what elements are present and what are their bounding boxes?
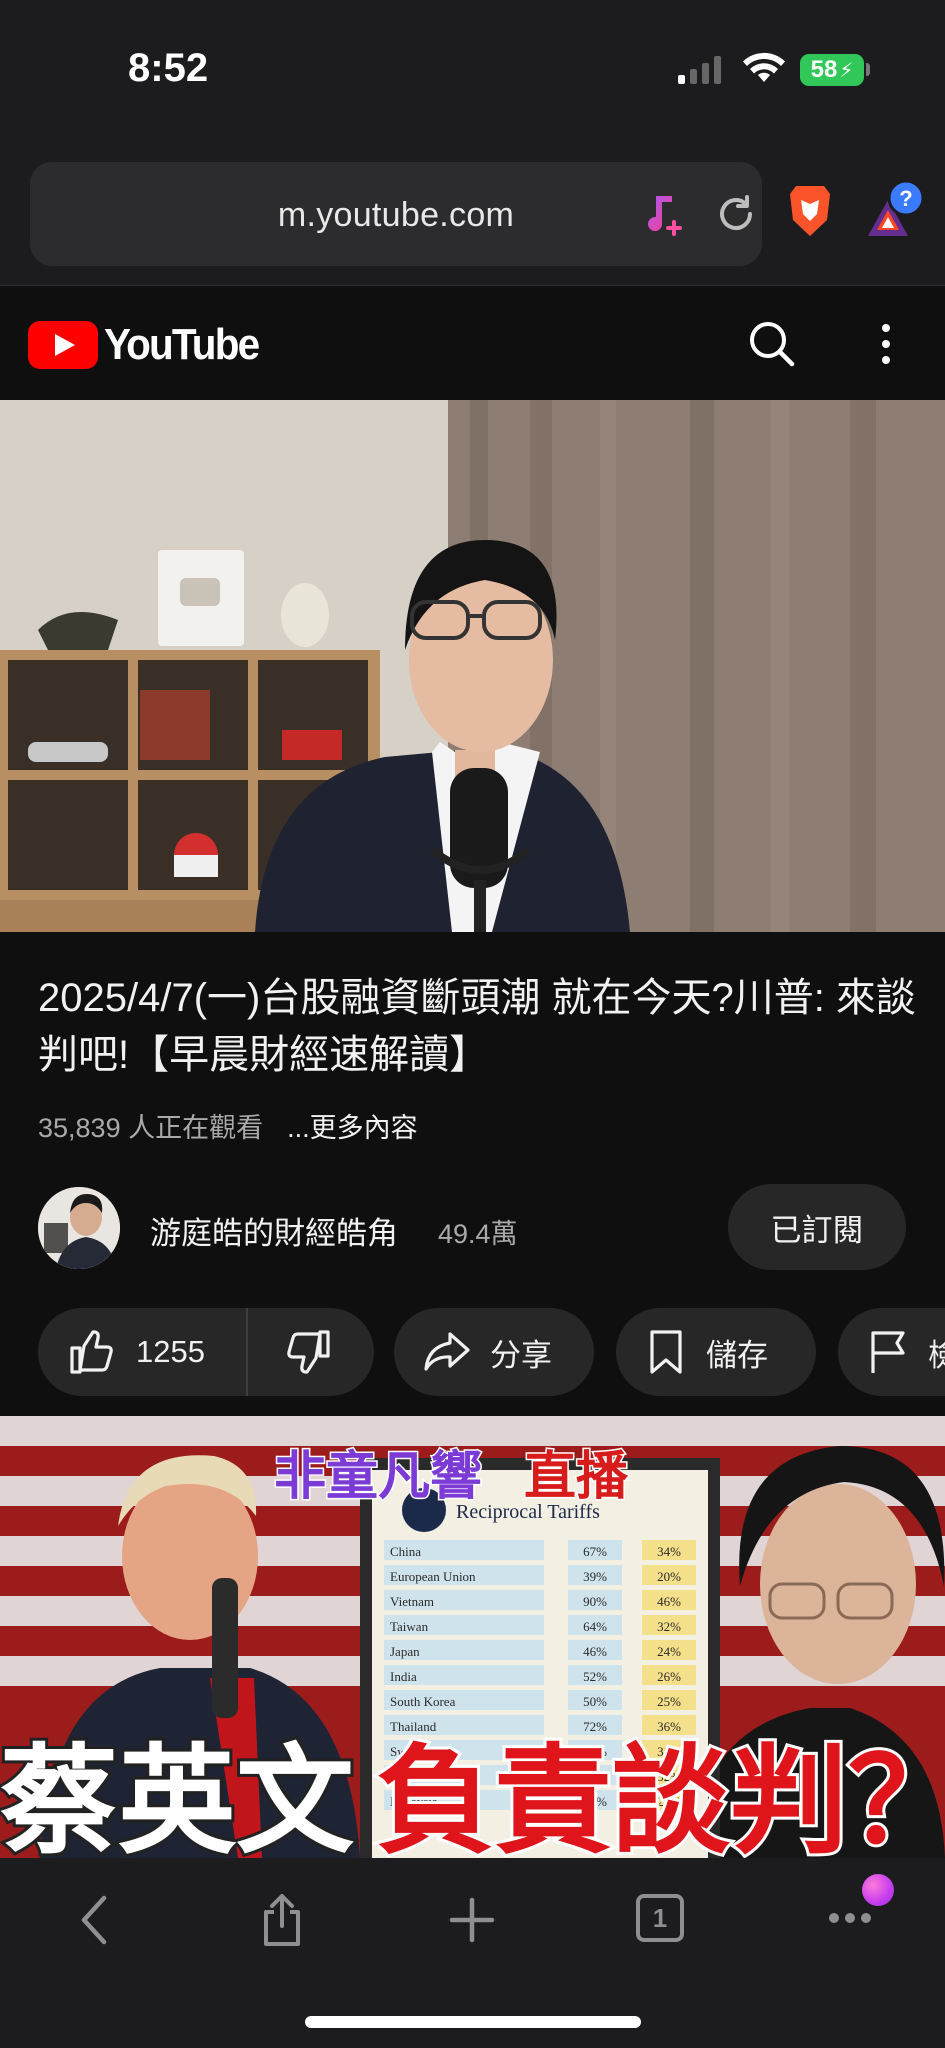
back-icon[interactable] [76,1892,112,1948]
bookmark-icon [650,1330,682,1374]
dislike-button[interactable] [248,1308,372,1396]
like-count: 1255 [136,1334,205,1369]
tariff-cell: European Union [390,1569,476,1584]
channel-avatar[interactable] [38,1187,120,1269]
save-button[interactable]: 儲存 [616,1308,816,1396]
tariff-cell: 64% [583,1619,607,1634]
browser-toolbar: m.youtube.com ? [0,140,945,286]
report-label: 檢 [928,1337,945,1373]
share-label: 分享 [490,1337,552,1373]
cellular-signal-icon [678,56,721,84]
like-dislike-pill: 1255 [38,1308,374,1396]
tariff-row: India 52% 26% [384,1665,696,1685]
action-bar: 1255 分享 儲存 檢 [38,1308,945,1396]
tariff-cell: China [390,1544,421,1559]
tariff-row: European Union 39% 20% [384,1565,696,1585]
like-button[interactable]: 1255 [38,1308,248,1396]
new-tab-icon[interactable] [448,1892,496,1948]
tariff-cell: 34% [657,1544,681,1559]
live-viewer-count: 35,839 人正在觀看 [38,1113,264,1143]
tabs-button[interactable]: 1 [636,1894,684,1942]
tariff-cell: Japan [390,1644,420,1659]
thumbnail-bottom-text-2: 負責談判？ [376,1732,945,1858]
search-icon[interactable] [748,320,796,368]
notification-badge-icon [862,1874,894,1906]
tariff-cell: 25% [657,1694,681,1709]
tariff-row: China 67% 34% [384,1540,696,1560]
youtube-header: YouTube [0,286,945,400]
tariff-row: Taiwan 64% 32% [384,1615,696,1635]
save-label: 儲存 [706,1337,768,1373]
tariff-row: Japan 46% 24% [384,1640,696,1660]
video-meta: 35,839 人正在觀看 ...更多內容 [38,1106,418,1145]
video-title[interactable]: 2025/4/7(一)台股融資斷頭潮 就在今天?川普: 來談判吧!【早晨財經速解… [38,970,918,1084]
tariff-cell: Taiwan [390,1619,429,1634]
tariff-cell: 52% [583,1669,607,1684]
tariff-cell: 67% [583,1544,607,1559]
tariff-row: Vietnam 90% 46% [384,1590,696,1610]
status-bar: 8:52 58 ⚡ [0,0,945,140]
battery-indicator: 58 ⚡ [800,54,864,86]
thumbnail-bottom-text-1: 蔡英文 [0,1732,354,1858]
brave-shields-icon[interactable] [786,184,834,238]
tariff-cell: 90% [583,1594,607,1609]
tariff-cell: 46% [657,1594,681,1609]
more-description-link[interactable]: ...更多內容 [287,1106,418,1145]
thumbnail-top-text-1: 非童凡響 [274,1447,482,1507]
tariff-cell: India [390,1669,417,1684]
youtube-wordmark: YouTube [104,320,260,369]
tariff-cell: South Korea [390,1694,456,1709]
tariff-cell: 46% [583,1644,607,1659]
related-thumbnail-image: Reciprocal Tariffs China 67% 34%European U… [0,1416,945,1858]
tariff-cell: 39% [583,1569,607,1584]
report-button[interactable]: 檢 [838,1308,945,1396]
youtube-logo[interactable]: YouTube [28,320,272,370]
tab-count: 1 [652,1902,668,1933]
share-icon [424,1332,470,1371]
svg-text:?: ? [899,186,912,211]
more-options-icon[interactable] [870,320,902,368]
tariff-cell: 50% [583,1694,607,1709]
battery-tip [866,63,870,76]
tariff-row: South Korea 50% 25% [384,1690,696,1710]
related-video-thumbnail[interactable]: Reciprocal Tariffs China 67% 34% European U… [0,1416,945,1858]
subscribed-button[interactable]: 已訂閱 [728,1184,906,1270]
flag-icon [871,1331,905,1373]
tariff-cell: Vietnam [390,1594,434,1609]
video-frame [0,400,945,932]
youtube-play-icon [28,321,98,369]
menu-icon[interactable] [826,1908,874,1928]
share-button[interactable]: 分享 [394,1308,594,1396]
tariff-cell: 20% [657,1569,681,1584]
channel-name[interactable]: 游庭皓的財經皓角 [150,1208,398,1253]
tariff-cell: 32% [657,1619,681,1634]
thumbs-down-icon [287,1330,330,1374]
reload-icon[interactable] [714,192,758,236]
brave-rewards-icon[interactable]: ? [862,178,922,244]
thumbs-up-icon [70,1330,113,1374]
music-playlist-icon[interactable] [642,192,686,238]
tariff-cell: 24% [657,1644,681,1659]
share-page-icon[interactable] [258,1892,306,1948]
tariff-cell: 26% [657,1669,681,1684]
channel-avatar-image [38,1187,120,1269]
address-bar[interactable]: m.youtube.com [30,162,762,266]
thumbnail-top-text-2: 直播 [524,1447,629,1507]
home-indicator[interactable] [305,2016,641,2028]
clock: 8:52 [128,46,209,90]
video-player[interactable] [0,400,945,932]
wifi-icon [743,52,785,82]
subscriber-count: 49.4萬 [438,1219,518,1249]
